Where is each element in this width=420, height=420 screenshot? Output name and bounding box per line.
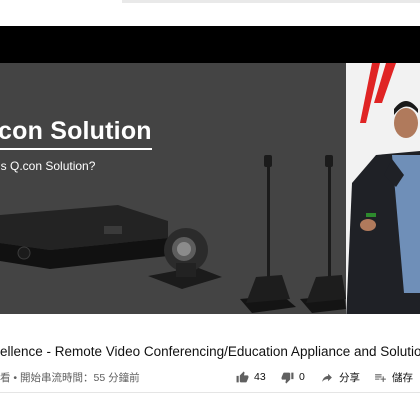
- video-player[interactable]: con Solution is Q.con Solution?: [0, 26, 420, 314]
- like-count: 43: [254, 371, 266, 383]
- save-button[interactable]: 儲存: [374, 367, 413, 387]
- share-label: 分享: [339, 371, 360, 384]
- table-microphone: [240, 155, 296, 313]
- thumbs-up-icon: [236, 371, 249, 382]
- dislike-count: 0: [299, 371, 305, 383]
- share-icon: [322, 373, 332, 382]
- codec-box: [0, 205, 168, 269]
- search-bar-edge[interactable]: [122, 0, 420, 3]
- presentation-slide: con Solution is Q.con Solution?: [0, 63, 346, 314]
- top-bar: [0, 0, 420, 26]
- dislike-button[interactable]: 0: [281, 367, 305, 387]
- table-microphone: [300, 155, 346, 313]
- presenter-figure: [346, 63, 420, 314]
- divider: [0, 392, 420, 393]
- presenter-video: [346, 63, 420, 314]
- like-button[interactable]: 43: [236, 367, 266, 387]
- video-info: ellence - Remote Video Conferencing/Educ…: [0, 320, 420, 420]
- thumbs-down-icon: [281, 372, 294, 383]
- video-actions: 43 0 分享 儲存: [0, 367, 420, 387]
- share-button[interactable]: 分享: [320, 367, 360, 387]
- equipment-illustration: [0, 155, 346, 313]
- video-title: ellence - Remote Video Conferencing/Educ…: [0, 344, 420, 359]
- playlist-add-icon: [375, 373, 386, 382]
- save-label: 儲存: [392, 371, 413, 384]
